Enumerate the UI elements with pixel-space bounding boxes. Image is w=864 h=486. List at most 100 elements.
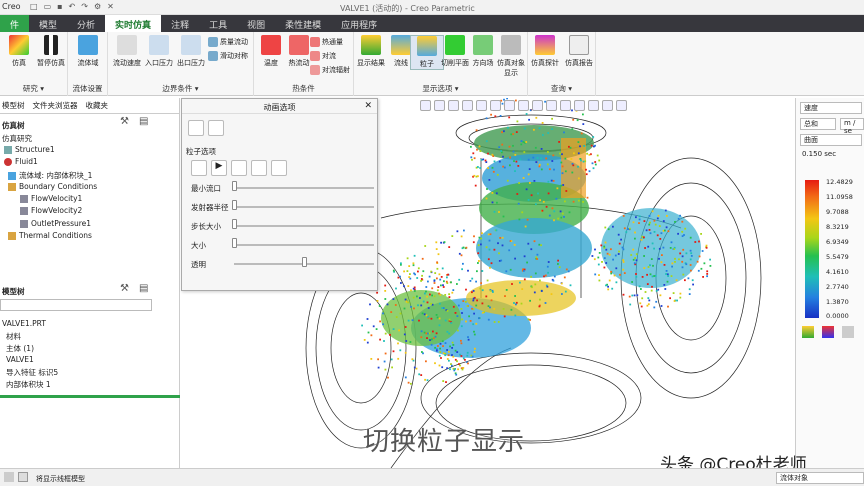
- display-style-icon[interactable]: [476, 100, 487, 111]
- redo-icon[interactable]: ↷: [81, 2, 88, 11]
- repaint-icon[interactable]: [462, 100, 473, 111]
- tree-item-material[interactable]: 材料: [6, 331, 21, 342]
- refit-icon[interactable]: [420, 100, 431, 111]
- result-display-icon[interactable]: [588, 100, 599, 111]
- flow-velocity-button[interactable]: 流动速度: [110, 35, 144, 68]
- tab-folder-browser[interactable]: 文件夹浏览器: [33, 100, 78, 111]
- selection-filter[interactable]: 流体对象: [776, 472, 864, 484]
- simulate-button[interactable]: 仿真: [2, 35, 36, 68]
- tree-item-body[interactable]: 主体 (1): [6, 343, 34, 354]
- spin-center-icon[interactable]: [560, 100, 571, 111]
- tree-item[interactable]: 仿真研究: [2, 133, 32, 144]
- pause-button[interactable]: 暂停仿真: [34, 35, 68, 68]
- perspective-icon[interactable]: [518, 100, 529, 111]
- reset-icon[interactable]: [271, 160, 287, 176]
- tree-settings-icon[interactable]: ⚒: [120, 116, 129, 127]
- show-browser-icon[interactable]: [18, 472, 28, 482]
- tree-item-part[interactable]: VALVE1.PRT: [2, 319, 46, 328]
- particle: [448, 350, 450, 353]
- unit-select[interactable]: m / se: [840, 118, 864, 135]
- outlet-pressure-button[interactable]: 出口压力: [174, 35, 208, 68]
- close-window-icon[interactable]: ✕: [107, 2, 114, 11]
- tab-analysis[interactable]: 分析: [67, 15, 105, 32]
- seed-icon[interactable]: [231, 160, 247, 176]
- mass-flow-button[interactable]: 质量流动: [208, 37, 248, 47]
- particle: [646, 273, 648, 276]
- tab-flexible-modeling[interactable]: 柔性建模: [275, 15, 331, 32]
- show-results-button[interactable]: 显示结果: [354, 35, 388, 68]
- sim-report-button[interactable]: 仿真报告: [562, 35, 596, 68]
- slider-min-flow[interactable]: [234, 187, 374, 189]
- legend-settings-icon[interactable]: [802, 326, 814, 338]
- slider-thumb[interactable]: [232, 238, 237, 248]
- tree-item-thermal-conditions[interactable]: Thermal Conditions: [8, 231, 92, 240]
- save-icon[interactable]: ▪: [57, 2, 62, 11]
- color-map-icon[interactable]: [822, 326, 834, 338]
- section-icon[interactable]: [574, 100, 585, 111]
- tab-tools[interactable]: 工具: [199, 15, 237, 32]
- slider-emitter-radius[interactable]: [234, 206, 374, 208]
- display-type-select[interactable]: 曲面: [800, 134, 862, 146]
- sim-object-display-button[interactable]: 仿真对象显示: [494, 35, 528, 78]
- annotation-display-icon[interactable]: [546, 100, 557, 111]
- tree-item-boundary-conditions[interactable]: Boundary Conditions: [8, 182, 97, 191]
- streamline-style-icon[interactable]: [208, 120, 224, 136]
- quantity-select[interactable]: 速度: [800, 102, 862, 114]
- tree-search-input[interactable]: [0, 299, 152, 311]
- zoom-out-icon[interactable]: [448, 100, 459, 111]
- tree-item-internal-volume[interactable]: 内部体积块 1: [6, 379, 51, 390]
- tree-item-fluid-domain[interactable]: 流体域: 内部体积块_1: [8, 170, 92, 181]
- tree-settings-icon[interactable]: ⚒: [120, 283, 129, 294]
- component-select[interactable]: 总和: [800, 118, 836, 130]
- particle-style-icon[interactable]: [188, 120, 204, 136]
- undo-icon[interactable]: ↶: [69, 2, 76, 11]
- tree-item-fluid[interactable]: Fluid1: [4, 157, 38, 166]
- tab-favorites[interactable]: 收藏夹: [86, 100, 109, 111]
- tree-item-flow-velocity-2[interactable]: FlowVelocity2: [20, 206, 82, 215]
- tree-item-flow-velocity-1[interactable]: FlowVelocity1: [20, 194, 82, 203]
- play-icon[interactable]: ▶: [211, 160, 227, 176]
- convection-button[interactable]: 对流: [310, 51, 336, 61]
- particle: [439, 294, 442, 296]
- tree-item-structure[interactable]: Structure1: [4, 145, 55, 154]
- slider-step-size[interactable]: [234, 225, 374, 227]
- pause-icon[interactable]: [602, 100, 613, 111]
- tab-file[interactable]: 件: [0, 15, 30, 32]
- sim-probe-button[interactable]: 仿真探针: [528, 35, 562, 68]
- heat-flux-button[interactable]: 热通量: [310, 37, 343, 47]
- tab-applications[interactable]: 应用程序: [331, 15, 387, 32]
- tab-annotate[interactable]: 注释: [161, 15, 199, 32]
- zoom-in-icon[interactable]: [434, 100, 445, 111]
- tree-display-icon[interactable]: ▤: [139, 116, 148, 127]
- slider-thumb[interactable]: [302, 257, 307, 267]
- slider-thumb[interactable]: [232, 219, 237, 229]
- view-manager-icon[interactable]: [504, 100, 515, 111]
- close-icon[interactable]: ✕: [364, 101, 372, 111]
- datum-display-icon[interactable]: [532, 100, 543, 111]
- emit-icon[interactable]: [191, 160, 207, 176]
- particle: [690, 269, 692, 272]
- new-icon[interactable]: □: [30, 2, 38, 11]
- play-icon[interactable]: [616, 100, 627, 111]
- tab-model[interactable]: 模型: [29, 15, 67, 32]
- tree-item-valve[interactable]: VALVE1: [6, 355, 34, 364]
- inlet-pressure-button[interactable]: 入口压力: [142, 35, 176, 68]
- tree-item-import-feature[interactable]: 导入特征 标识5: [6, 367, 58, 378]
- fluid-domain-button[interactable]: 流体域: [71, 35, 105, 68]
- tab-model-tree[interactable]: 模型树: [2, 100, 25, 111]
- slider-thumb[interactable]: [232, 200, 237, 210]
- slip-wall-button[interactable]: 滑动对称: [208, 51, 248, 61]
- tab-live-simulation[interactable]: 实时仿真: [105, 15, 162, 32]
- open-icon[interactable]: ▭: [44, 2, 52, 11]
- trail-icon[interactable]: [251, 160, 267, 176]
- tree-display-icon[interactable]: ▤: [139, 283, 148, 294]
- slider-thumb[interactable]: [232, 181, 237, 191]
- slider-size[interactable]: [234, 244, 374, 246]
- tab-view[interactable]: 视图: [237, 15, 275, 32]
- show-navigator-icon[interactable]: [4, 472, 14, 482]
- regenerate-icon[interactable]: ⚙: [94, 2, 101, 11]
- legend-options-icon[interactable]: [842, 326, 854, 338]
- saved-views-icon[interactable]: [490, 100, 501, 111]
- convection-radiation-button[interactable]: 对流辐射: [310, 65, 350, 75]
- tree-item-outlet-pressure[interactable]: OutletPressure1: [20, 219, 91, 228]
